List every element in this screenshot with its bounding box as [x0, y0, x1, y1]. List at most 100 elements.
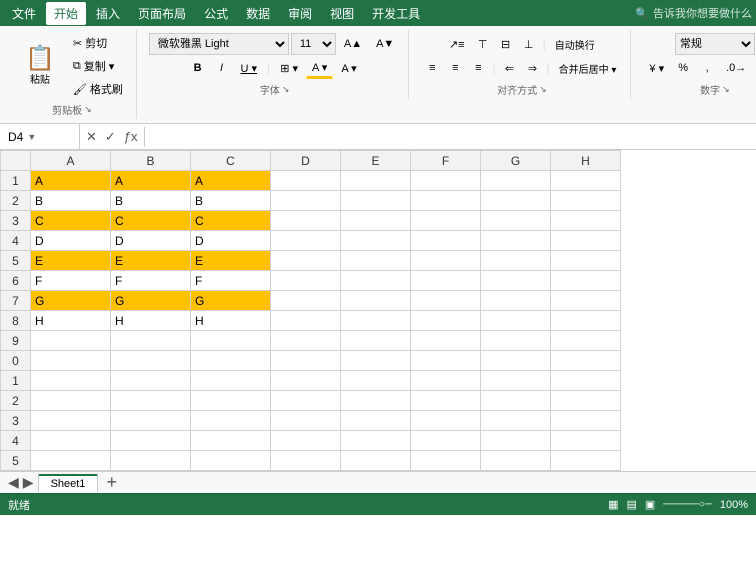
- table-cell[interactable]: [481, 191, 551, 211]
- table-cell[interactable]: [481, 211, 551, 231]
- table-cell[interactable]: [551, 391, 621, 411]
- table-cell[interactable]: [551, 251, 621, 271]
- comma-btn[interactable]: ,: [696, 57, 718, 79]
- table-cell[interactable]: H: [111, 311, 191, 331]
- menu-item-view[interactable]: 视图: [322, 2, 362, 25]
- table-cell[interactable]: [341, 251, 411, 271]
- table-cell[interactable]: B: [191, 191, 271, 211]
- table-cell[interactable]: [411, 391, 481, 411]
- spreadsheet[interactable]: A B C D E F G H 1AAA2BBB3CCC4DDD5EEE6FFF…: [0, 150, 756, 471]
- sheet-tab-sheet1[interactable]: Sheet1: [38, 474, 99, 492]
- table-cell[interactable]: [411, 451, 481, 471]
- table-cell[interactable]: [271, 431, 341, 451]
- table-cell[interactable]: [31, 331, 111, 351]
- table-cell[interactable]: [191, 411, 271, 431]
- table-cell[interactable]: [111, 411, 191, 431]
- clipboard-expand-icon[interactable]: ↘: [84, 104, 92, 115]
- table-cell[interactable]: [551, 271, 621, 291]
- add-sheet-button[interactable]: +: [106, 472, 117, 493]
- table-cell[interactable]: [341, 431, 411, 451]
- cut-button[interactable]: ✂ 剪切: [68, 32, 128, 54]
- col-header-b[interactable]: B: [111, 151, 191, 171]
- table-cell[interactable]: [341, 291, 411, 311]
- row-header[interactable]: 9: [1, 331, 31, 351]
- paste-button[interactable]: 📋 粘贴: [16, 32, 64, 100]
- percent-btn[interactable]: %: [672, 57, 694, 79]
- table-cell[interactable]: [411, 211, 481, 231]
- table-cell[interactable]: A: [191, 171, 271, 191]
- table-cell[interactable]: [341, 211, 411, 231]
- table-cell[interactable]: [271, 231, 341, 251]
- row-header[interactable]: 0: [1, 351, 31, 371]
- number-format-select[interactable]: 常规: [675, 33, 755, 55]
- table-cell[interactable]: [411, 371, 481, 391]
- table-cell[interactable]: [411, 411, 481, 431]
- table-cell[interactable]: [111, 391, 191, 411]
- orient-btn[interactable]: ↗≡: [443, 33, 471, 55]
- table-cell[interactable]: [481, 171, 551, 191]
- table-cell[interactable]: E: [31, 251, 111, 271]
- table-cell[interactable]: [551, 451, 621, 471]
- table-cell[interactable]: [271, 191, 341, 211]
- table-cell[interactable]: H: [191, 311, 271, 331]
- table-cell[interactable]: [31, 391, 111, 411]
- table-cell[interactable]: [271, 451, 341, 471]
- currency-btn[interactable]: ¥ ▾: [643, 57, 670, 79]
- row-header[interactable]: 2: [1, 391, 31, 411]
- bold-button[interactable]: B: [187, 57, 209, 79]
- table-cell[interactable]: [31, 451, 111, 471]
- table-cell[interactable]: [481, 391, 551, 411]
- row-header[interactable]: 1: [1, 371, 31, 391]
- table-cell[interactable]: [551, 371, 621, 391]
- table-cell[interactable]: D: [31, 231, 111, 251]
- table-cell[interactable]: [271, 211, 341, 231]
- confirm-formula-icon[interactable]: ✓: [103, 127, 118, 147]
- menu-item-dev[interactable]: 开发工具: [364, 2, 428, 25]
- table-cell[interactable]: [551, 171, 621, 191]
- align-bottom-btn[interactable]: ⊥: [518, 33, 540, 55]
- table-cell[interactable]: [551, 331, 621, 351]
- row-header[interactable]: 4: [1, 431, 31, 451]
- table-cell[interactable]: C: [191, 211, 271, 231]
- table-cell[interactable]: [411, 251, 481, 271]
- align-center-btn[interactable]: ≡: [444, 57, 466, 79]
- table-cell[interactable]: G: [191, 291, 271, 311]
- table-cell[interactable]: [191, 351, 271, 371]
- table-cell[interactable]: A: [111, 171, 191, 191]
- font-increase-btn[interactable]: A▲: [338, 33, 368, 55]
- row-header[interactable]: 6: [1, 271, 31, 291]
- table-cell[interactable]: [341, 371, 411, 391]
- sheet-nav-left[interactable]: ◀: [8, 474, 19, 491]
- table-cell[interactable]: [271, 371, 341, 391]
- menu-item-data[interactable]: 数据: [238, 2, 278, 25]
- align-middle-btn[interactable]: ⊟: [495, 33, 517, 55]
- table-cell[interactable]: [411, 171, 481, 191]
- table-cell[interactable]: [341, 191, 411, 211]
- table-cell[interactable]: [481, 371, 551, 391]
- table-cell[interactable]: [551, 411, 621, 431]
- table-cell[interactable]: E: [111, 251, 191, 271]
- table-cell[interactable]: [111, 351, 191, 371]
- view-normal-icon[interactable]: ▦: [608, 498, 618, 511]
- table-cell[interactable]: [271, 391, 341, 411]
- table-cell[interactable]: E: [191, 251, 271, 271]
- table-cell[interactable]: [271, 291, 341, 311]
- zoom-slider[interactable]: ─────○─: [663, 499, 712, 510]
- table-cell[interactable]: [271, 351, 341, 371]
- table-cell[interactable]: B: [111, 191, 191, 211]
- table-cell[interactable]: [271, 271, 341, 291]
- table-cell[interactable]: [411, 311, 481, 331]
- table-cell[interactable]: [551, 211, 621, 231]
- table-cell[interactable]: [411, 351, 481, 371]
- number-expand-icon[interactable]: ↘: [722, 84, 730, 95]
- col-header-f[interactable]: F: [411, 151, 481, 171]
- menu-item-insert[interactable]: 插入: [88, 2, 128, 25]
- font-decrease-btn[interactable]: A▼: [370, 33, 400, 55]
- table-cell[interactable]: [551, 191, 621, 211]
- table-cell[interactable]: [411, 291, 481, 311]
- table-cell[interactable]: [411, 231, 481, 251]
- table-cell[interactable]: [111, 331, 191, 351]
- menu-item-home[interactable]: 开始: [46, 2, 86, 25]
- col-header-d[interactable]: D: [271, 151, 341, 171]
- view-page-icon[interactable]: ▣: [645, 498, 655, 511]
